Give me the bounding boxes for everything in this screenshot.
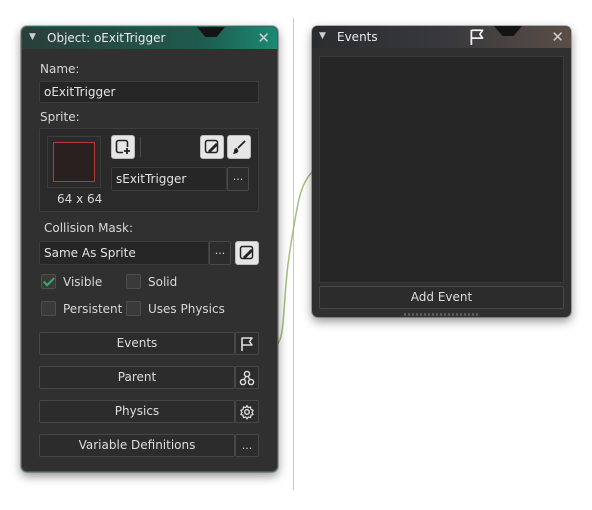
- variable-definitions-button[interactable]: Variable Definitions: [39, 434, 235, 457]
- brush-icon: [232, 140, 246, 154]
- parent-nodes-icon: [239, 370, 255, 385]
- new-sprite-button[interactable]: [111, 135, 135, 159]
- edit-sprite-button[interactable]: [200, 135, 224, 159]
- sprite-panel: 64 x 64 sExitTrigger ...: [39, 128, 259, 212]
- uses-physics-checkbox[interactable]: [126, 301, 141, 316]
- collision-mask-edit-button[interactable]: [235, 241, 259, 265]
- physics-icon-button[interactable]: [235, 400, 259, 423]
- object-window: ▼ Object: oExitTrigger ✕ Name: oExitTrig…: [21, 26, 278, 472]
- collision-mask-browse-button[interactable]: ...: [209, 241, 231, 265]
- sprite-toolbar-separator: [140, 137, 141, 157]
- sprite-browse-button[interactable]: ...: [227, 167, 249, 191]
- parent-button[interactable]: Parent: [39, 366, 235, 389]
- sprite-size: 64 x 64: [57, 192, 103, 206]
- events-flag-button[interactable]: [235, 332, 259, 355]
- events-window-title: Events: [337, 30, 378, 44]
- sprite-preview: [53, 142, 95, 182]
- persistent-checkbox[interactable]: [41, 301, 56, 316]
- collapse-icon[interactable]: ▼: [319, 31, 326, 41]
- physics-button[interactable]: Physics: [39, 400, 235, 423]
- edit-image-icon: [204, 139, 219, 154]
- add-event-button[interactable]: Add Event: [319, 286, 564, 309]
- sprite-name-field[interactable]: sExitTrigger: [111, 167, 227, 191]
- collapse-icon[interactable]: ▼: [29, 32, 36, 42]
- sprite-preview-frame[interactable]: [47, 136, 101, 188]
- object-window-title: Object: oExitTrigger: [47, 31, 166, 45]
- edit-image-icon: [239, 245, 254, 260]
- solid-label: Solid: [148, 275, 178, 289]
- name-label: Name:: [40, 62, 80, 76]
- object-window-titlebar[interactable]: ▼ Object: oExitTrigger ✕: [22, 27, 277, 49]
- sprite-label: Sprite:: [40, 110, 80, 124]
- name-field[interactable]: oExitTrigger: [39, 81, 259, 103]
- variable-definitions-more-button[interactable]: ...: [235, 434, 259, 457]
- events-list[interactable]: [319, 56, 564, 283]
- brush-button[interactable]: [227, 135, 251, 159]
- titlebar-notch: [494, 26, 522, 36]
- flag-icon: [470, 29, 484, 45]
- parent-icon-button[interactable]: [235, 366, 259, 389]
- solid-checkbox[interactable]: [126, 274, 141, 289]
- close-icon[interactable]: ✕: [257, 29, 270, 47]
- flag-icon: [241, 336, 253, 351]
- collision-mask-label: Collision Mask:: [44, 221, 134, 235]
- gear-icon: [240, 404, 254, 420]
- visible-label: Visible: [63, 275, 103, 289]
- resize-grip[interactable]: [404, 313, 480, 316]
- collision-mask-field[interactable]: Same As Sprite: [39, 241, 209, 265]
- persistent-label: Persistent: [63, 302, 123, 316]
- titlebar-notch: [197, 27, 225, 37]
- events-window: ▼ Events ✕ Add Event: [312, 26, 571, 317]
- visible-checkbox[interactable]: [41, 274, 56, 289]
- close-icon[interactable]: ✕: [551, 28, 564, 46]
- uses-physics-label: Uses Physics: [148, 302, 225, 316]
- events-window-titlebar[interactable]: ▼ Events ✕: [312, 26, 571, 48]
- events-button[interactable]: Events: [39, 332, 235, 355]
- new-sprite-icon: [115, 139, 131, 155]
